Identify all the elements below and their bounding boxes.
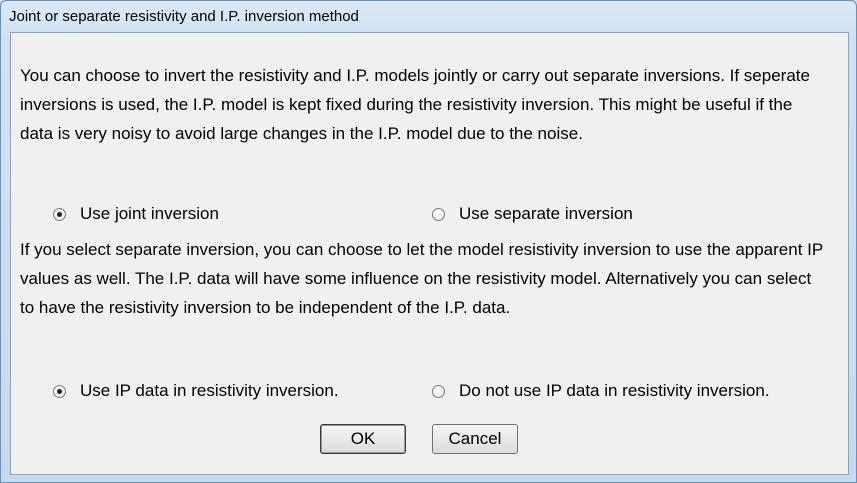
radio-joint-inversion-label: Use joint inversion [80,204,219,223]
radio-do-not-use-ip-data[interactable]: Do not use IP data in resistivity invers… [432,381,770,401]
window-title: Joint or separate resistivity and I.P. i… [9,8,359,25]
cancel-button[interactable]: Cancel [432,424,518,454]
ok-button[interactable]: OK [320,424,406,454]
title-bar[interactable]: Joint or separate resistivity and I.P. i… [1,1,856,31]
radio-checked-icon [53,384,66,398]
radio-do-not-use-ip-data-label: Do not use IP data in resistivity invers… [459,381,770,400]
radio-use-ip-data[interactable]: Use IP data in resistivity inversion. [53,381,339,401]
radio-separate-inversion[interactable]: Use separate inversion [432,204,633,224]
radio-separate-inversion-label: Use separate inversion [459,204,633,223]
radio-unchecked-icon [432,207,445,221]
description-paragraph-2: If you select separate inversion, you ca… [20,240,823,317]
radio-use-ip-data-label: Use IP data in resistivity inversion. [80,381,339,400]
description-paragraph-1: You can choose to invert the resistivity… [20,66,810,143]
radio-joint-inversion[interactable]: Use joint inversion [53,204,219,224]
radio-checked-icon [53,207,66,221]
radio-unchecked-icon [432,384,445,398]
